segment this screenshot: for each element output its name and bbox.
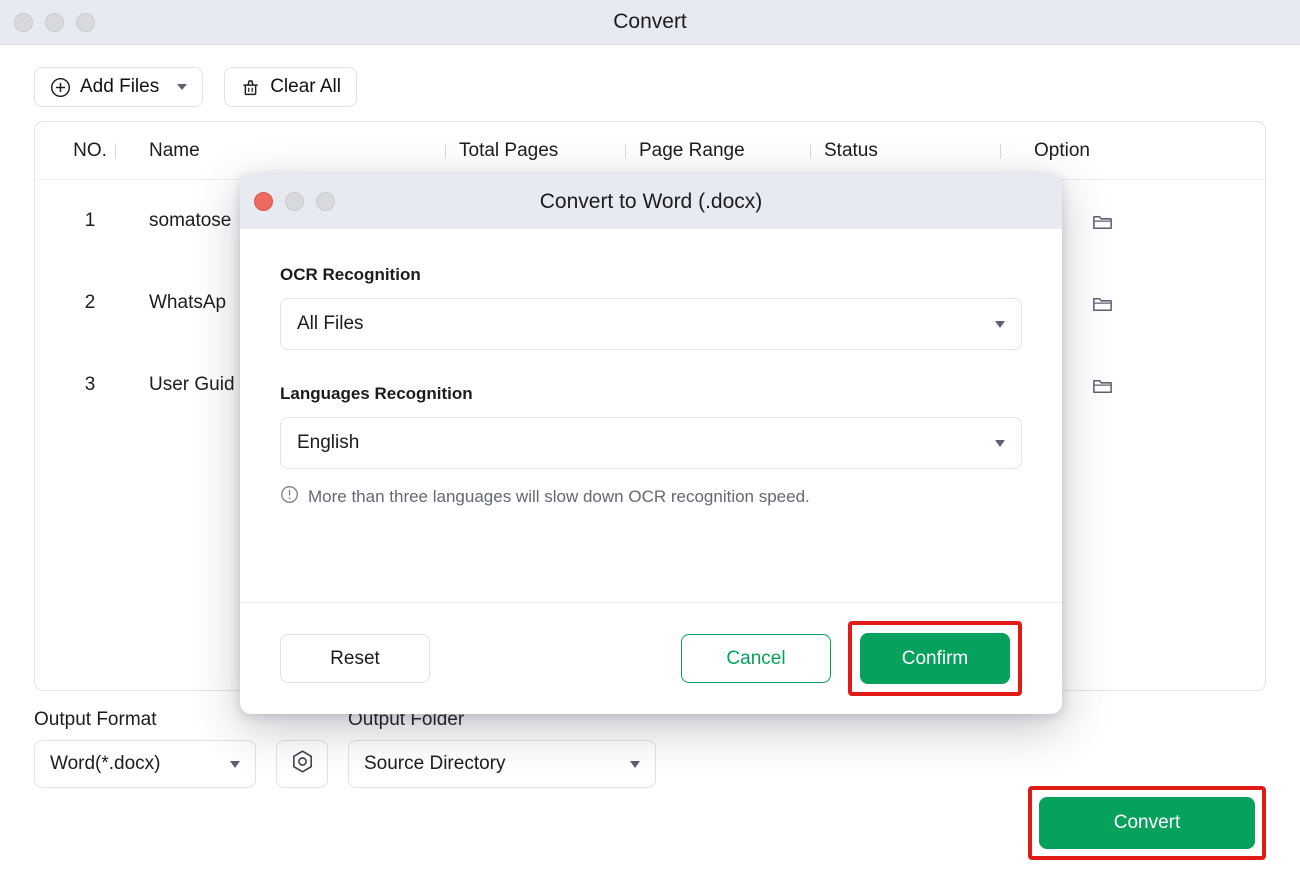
output-format-value: Word(*.docx) [50, 753, 161, 774]
column-header-no: NO. [73, 139, 107, 161]
folder-icon[interactable] [1091, 292, 1114, 315]
chevron-down-icon [995, 439, 1005, 447]
convert-button[interactable]: Convert [1039, 797, 1255, 849]
chevron-down-icon [630, 760, 640, 768]
chevron-down-icon [995, 320, 1005, 328]
languages-recognition-value: English [297, 432, 360, 453]
output-folder-group: Output Folder Source Directory [348, 709, 656, 788]
chevron-down-icon[interactable] [177, 84, 188, 90]
column-header-option: Option [1014, 140, 1134, 162]
chevron-down-icon [230, 760, 240, 768]
convert-to-word-dialog: Convert to Word (.docx) OCR Recognition … [240, 174, 1062, 714]
confirm-button-highlight: Confirm [848, 621, 1022, 696]
ocr-recognition-value: All Files [297, 313, 364, 334]
warning-circle-icon [280, 485, 299, 509]
toolbar: Add Files Clear All [0, 45, 1300, 121]
ocr-recognition-label: OCR Recognition [280, 265, 421, 284]
plus-circle-icon [50, 77, 71, 98]
output-controls: Output Format Word(*.docx) Output Folder [34, 709, 1266, 788]
column-header-name: Name [129, 140, 459, 162]
clear-all-label: Clear All [270, 76, 341, 97]
convert-app-window: Convert Add Files Clear All NO. Name Tot… [0, 0, 1300, 885]
add-files-button[interactable]: Add Files [34, 67, 204, 107]
folder-icon[interactable] [1091, 374, 1114, 397]
output-format-group: Output Format Word(*.docx) [34, 709, 256, 788]
folder-icon[interactable] [1091, 210, 1114, 233]
output-folder-select[interactable]: Source Directory [348, 740, 656, 788]
dialog-body: OCR Recognition All Files Languages Reco… [240, 229, 1062, 602]
ocr-recognition-select[interactable]: All Files [280, 298, 1022, 350]
column-header-page-range: Page Range [639, 140, 824, 162]
bottom-bar: Output Format Word(*.docx) Output Folder [0, 691, 1300, 885]
dialog-titlebar: Convert to Word (.docx) [240, 174, 1062, 229]
column-header-status: Status [824, 140, 1014, 162]
hex-settings-icon [289, 748, 316, 780]
languages-recognition-label: Languages Recognition [280, 384, 473, 403]
column-header-total-pages: Total Pages [459, 140, 639, 162]
dialog-footer: Reset Cancel Confirm [240, 602, 1062, 714]
output-format-select[interactable]: Word(*.docx) [34, 740, 256, 788]
window-title: Convert [613, 10, 687, 33]
row-no: 3 [84, 374, 96, 395]
add-files-label: Add Files [80, 76, 160, 97]
file-table-header: NO. Name Total Pages Page Range Status O… [35, 122, 1265, 180]
dialog-title: Convert to Word (.docx) [539, 189, 763, 213]
cancel-button[interactable]: Cancel [681, 634, 831, 683]
convert-button-highlight: Convert [1028, 786, 1266, 860]
clear-all-button[interactable]: Clear All [224, 67, 357, 107]
window-titlebar: Convert [0, 0, 1300, 45]
row-no: 1 [84, 210, 96, 231]
output-format-label: Output Format [34, 709, 157, 730]
dialog-primary-actions: Cancel Confirm [681, 621, 1022, 696]
languages-hint: More than three languages will slow down… [280, 485, 1022, 509]
languages-recognition-select[interactable]: English [280, 417, 1022, 469]
languages-hint-text: More than three languages will slow down… [308, 487, 810, 506]
output-settings-button[interactable] [276, 740, 328, 788]
row-no: 2 [84, 292, 96, 313]
reset-button[interactable]: Reset [280, 634, 430, 683]
trash-icon [240, 77, 261, 98]
confirm-button[interactable]: Confirm [860, 633, 1010, 684]
output-folder-value: Source Directory [364, 753, 506, 774]
